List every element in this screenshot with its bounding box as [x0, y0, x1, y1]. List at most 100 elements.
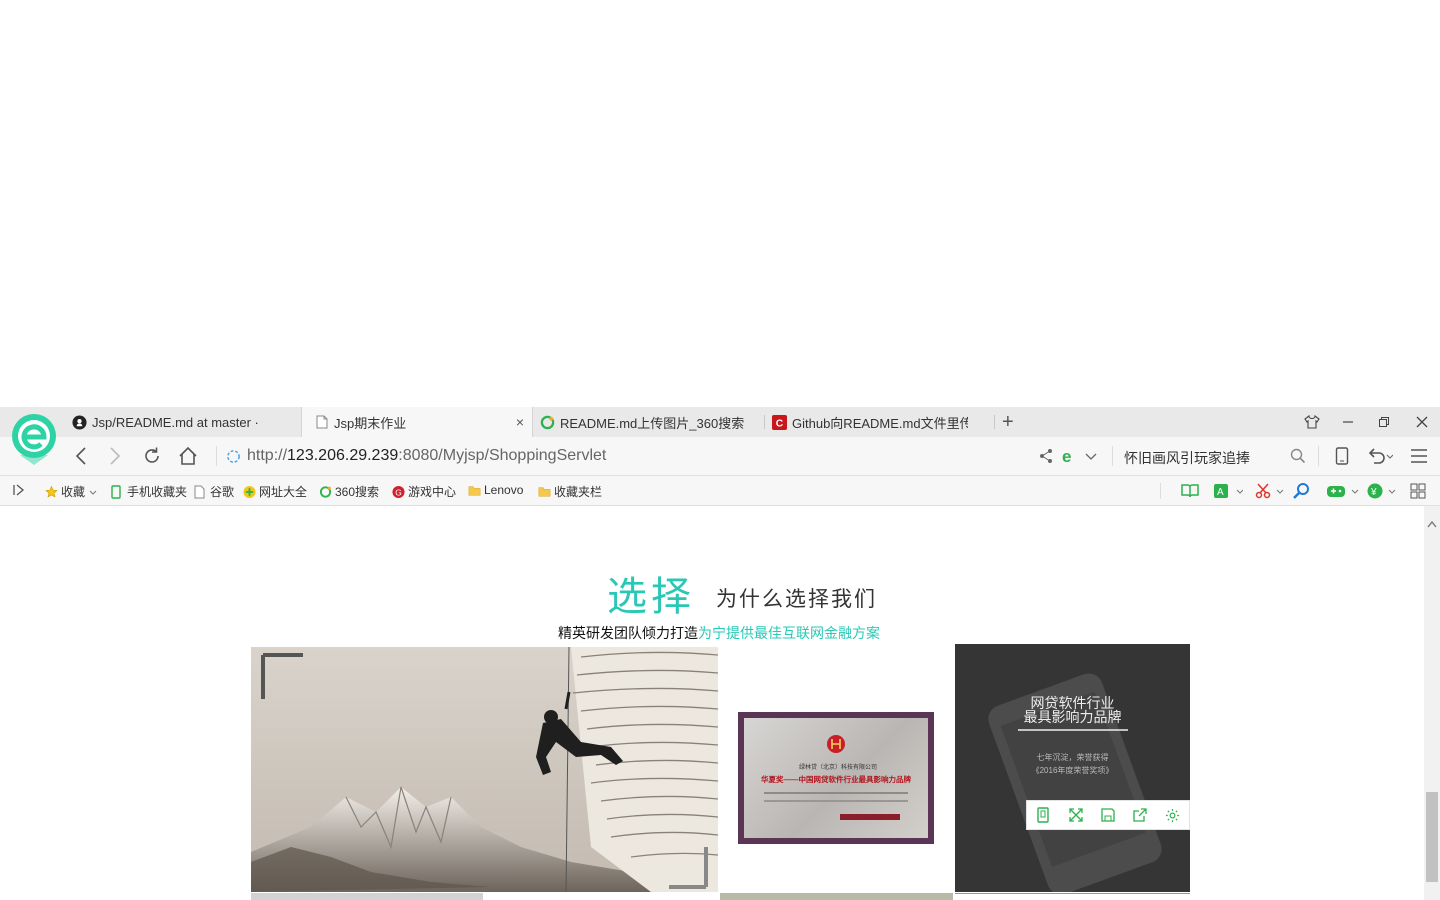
restore-icon[interactable] [1366, 407, 1402, 437]
section-title-big: 选择 [607, 574, 695, 620]
search-icon[interactable] [1290, 448, 1306, 467]
image-settings-icon[interactable] [1157, 801, 1189, 829]
share-icon[interactable] [1038, 448, 1054, 467]
bookmark-label: 游戏中心 [408, 485, 457, 499]
home-icon[interactable] [176, 445, 200, 467]
brand-card-title-line1: 网贷软件行业 [1030, 695, 1115, 711]
url-field[interactable]: http://123.206.29.239:8080/Myjsp/Shoppin… [247, 447, 606, 465]
brand-card-desc-line2: 《2016年度荣誉奖项》 [1031, 766, 1114, 775]
url-host: 123.206.29.239 [287, 447, 399, 464]
bookmark-favorites[interactable]: 收藏 [45, 483, 97, 500]
tab-bar: Jsp/README.md at master · Jsp期末作业 × READ… [0, 407, 1440, 437]
url-scheme: http:// [247, 447, 288, 464]
bookmark-label: 手机收藏夹 [127, 485, 188, 499]
sidebar-toggle-icon[interactable] [12, 483, 26, 497]
chevron-down-icon [89, 485, 97, 499]
divider [1318, 446, 1319, 466]
bookmark-label: 谷歌 [210, 485, 235, 499]
bookmark-label: 收藏 [61, 485, 86, 499]
gamepad-icon[interactable] [1326, 482, 1360, 500]
bookmark-label: 收藏夹栏 [554, 485, 603, 499]
apps-grid-icon[interactable] [1410, 482, 1426, 500]
divider [216, 446, 217, 466]
image-save-icon[interactable] [1092, 801, 1124, 829]
bookmark-label: 网址大全 [259, 485, 308, 499]
divider [1112, 446, 1113, 466]
close-icon[interactable]: × [516, 414, 524, 430]
zoom-icon[interactable] [1293, 482, 1311, 500]
climber-image [251, 647, 718, 892]
url-path: :8080/Myjsp/ShoppingServlet [398, 447, 607, 464]
certificate-title: 华夏奖——中国网贷软件行业最具影响力品牌 [761, 775, 911, 784]
bookmark-google[interactable]: 谷歌 [194, 483, 234, 500]
brand-card-desc-line1: 七年沉淀，荣誉获得 [1036, 753, 1109, 762]
wallet-icon[interactable]: ¥ [1367, 482, 1401, 500]
chevron-down-icon[interactable] [1085, 450, 1097, 465]
svg-text:G: G [395, 487, 402, 497]
minimize-icon[interactable] [1330, 407, 1366, 437]
navigation-bar: http://123.206.29.239:8080/Myjsp/Shoppin… [0, 437, 1440, 476]
section-subtitle: 精英研发团队倾力打造为宁提供最佳互联网金融方案 [558, 623, 880, 643]
reader-icon[interactable] [1181, 482, 1199, 500]
loading-icon [226, 449, 241, 464]
image-hover-toolbar [1026, 800, 1190, 830]
subtitle-plain: 精英研发团队倾力打造 [558, 625, 698, 641]
subtitle-highlight: 为宁提供最佳互联网金融方案 [698, 625, 880, 641]
image-pin-icon[interactable] [1027, 801, 1059, 829]
certificate-image: 绿林贷（北京）科技有限公司 华夏奖——中国网贷软件行业最具影响力品牌 [738, 712, 934, 844]
certificate-company: 绿林贷（北京）科技有限公司 [798, 765, 877, 771]
blank-area [0, 0, 1440, 407]
tab-separator [764, 415, 765, 429]
scrollbar-thumb[interactable] [1426, 792, 1438, 882]
shirt-skin-icon[interactable] [1294, 407, 1330, 437]
bookmark-mobile[interactable]: 手机收藏夹 [111, 483, 187, 500]
360-search-icon [540, 415, 555, 430]
bookmarks-bar: 收藏 手机收藏夹 谷歌 网址大全 360搜索 G 游戏中心 Lenovo 收藏夹… [0, 476, 1440, 506]
tab-360search[interactable]: README.md上传图片_360搜索 [540, 407, 762, 437]
csdn-icon: C [772, 414, 787, 430]
translate-icon[interactable]: A [1213, 482, 1243, 500]
tab-jsp[interactable]: Jsp期末作业 × [301, 407, 533, 437]
tab-title: Github向README.md文件里传 [792, 415, 968, 431]
brand-card-title-line2: 最具影响力品牌 [1023, 709, 1122, 725]
back-icon[interactable] [69, 445, 93, 467]
svg-text:¥: ¥ [1370, 487, 1377, 498]
tab-github[interactable]: Jsp/README.md at master · [72, 407, 300, 437]
image-expand-icon[interactable] [1059, 801, 1091, 829]
engine-e-icon[interactable]: e [1061, 447, 1077, 468]
mobile-icon[interactable] [1335, 447, 1349, 468]
bookmark-label: Lenovo [484, 483, 524, 497]
bookmark-games[interactable]: G 游戏中心 [392, 483, 456, 500]
browser-logo[interactable] [10, 411, 60, 469]
tab-title: README.md上传图片_360搜索 [560, 415, 745, 431]
emblem-icon [827, 735, 845, 753]
scissors-icon[interactable] [1255, 482, 1285, 500]
bookmark-hao360[interactable]: 网址大全 [243, 483, 307, 500]
image-share-icon[interactable] [1124, 801, 1156, 829]
folder-icon [538, 485, 551, 498]
phone-icon [111, 485, 124, 499]
menu-icon[interactable] [1410, 449, 1428, 466]
tab-separator [994, 415, 995, 429]
globe-icon [243, 485, 256, 499]
page-icon [194, 485, 207, 499]
next-row-image [251, 893, 483, 900]
refresh-icon[interactable] [140, 445, 164, 467]
close-window-icon[interactable] [1404, 407, 1440, 437]
game-center-icon: G [392, 485, 405, 499]
forward-icon[interactable] [103, 445, 127, 467]
new-tab-button[interactable]: + [1002, 407, 1022, 437]
page-icon [314, 415, 329, 430]
search-input[interactable]: 怀旧画风引玩家追捧 [1124, 448, 1250, 468]
bookmark-label: 360搜索 [335, 485, 380, 499]
tab-title: Jsp/README.md at master · [92, 414, 259, 430]
undo-icon[interactable] [1367, 447, 1394, 468]
brand-card-image: 网贷软件行业 最具影响力品牌 七年沉淀，荣誉获得 《2016年度荣誉奖项》 [955, 644, 1190, 892]
bookmark-lenovo[interactable]: Lenovo [468, 483, 523, 497]
bookmark-360search[interactable]: 360搜索 [319, 483, 379, 500]
tab-csdn[interactable]: C Github向README.md文件里传 [772, 407, 968, 437]
svg-text:e: e [1062, 447, 1071, 465]
next-row-image [955, 893, 1190, 900]
svg-text:A: A [1217, 487, 1224, 498]
bookmark-folder-bar[interactable]: 收藏夹栏 [538, 483, 602, 500]
